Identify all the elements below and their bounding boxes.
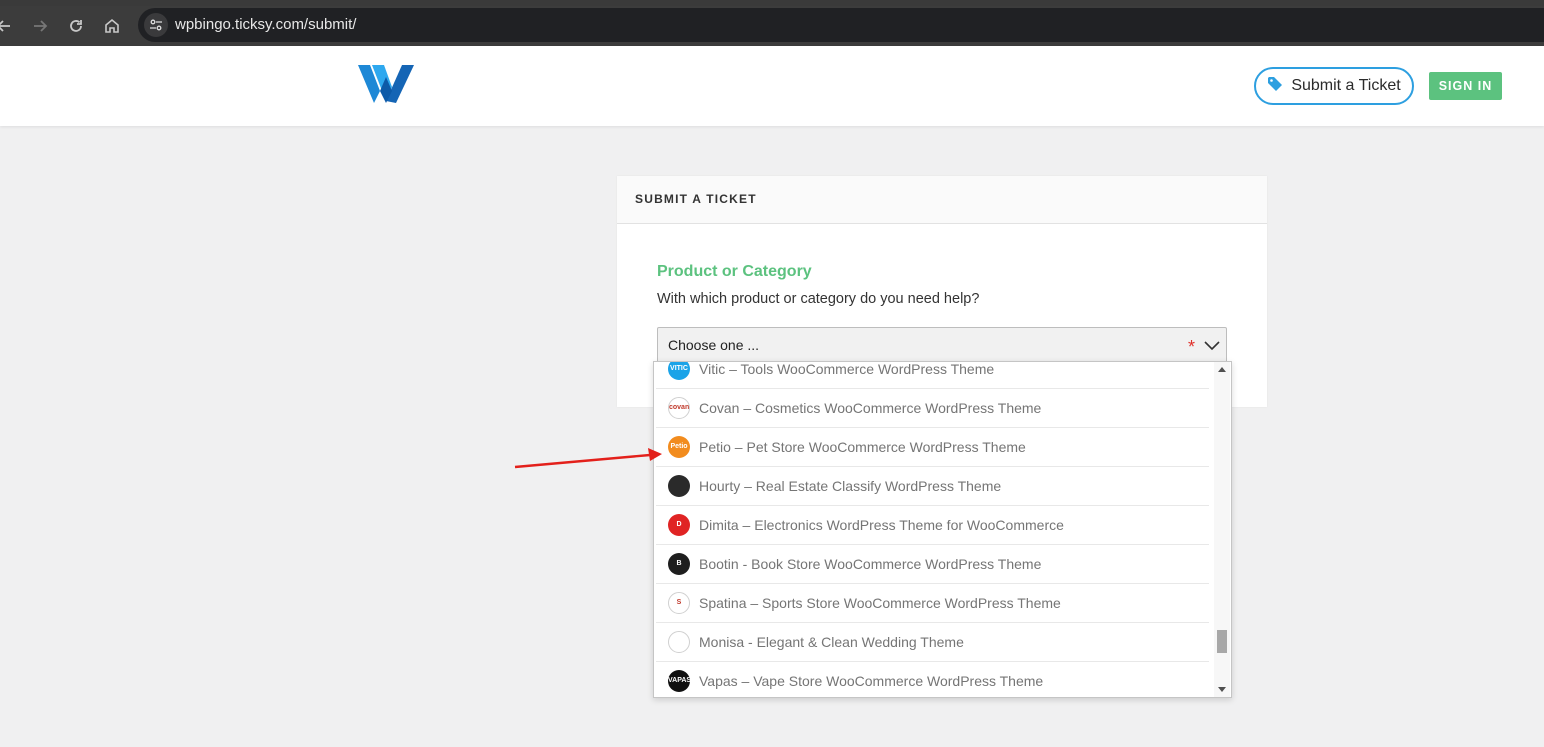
dropdown-item-label: Monisa - Elegant & Clean Wedding Theme [699,634,964,650]
hourty-logo-icon [668,475,690,497]
dropdown-item[interactable]: VITIC Vitic – Tools WooCommerce WordPress… [656,361,1209,389]
field-help-text: With which product or category do you ne… [657,291,980,307]
url-text: wpbingo.ticksy.com/submit/ [175,16,357,33]
site-info-icon[interactable] [144,13,168,37]
forward-icon[interactable] [30,16,50,36]
dropdown-items: VITIC Vitic – Tools WooCommerce WordPress… [654,361,1211,697]
site-header: Submit a Ticket SIGN IN [0,46,1544,126]
sign-in-button[interactable]: SIGN IN [1429,72,1502,100]
submit-ticket-button[interactable]: Submit a Ticket [1254,67,1414,105]
wpbingo-logo-icon[interactable] [358,65,414,103]
address-bar[interactable]: wpbingo.ticksy.com/submit/ [138,8,1544,42]
dropdown-item-label: Vitic – Tools WooCommerce WordPress Them… [699,361,995,377]
dropdown-item[interactable]: B Bootin - Book Store WooCommerce WordPre… [656,545,1209,584]
vitic-logo-icon: VITIC [668,362,690,380]
dimita-logo-icon: D [668,514,690,536]
vapas-logo-icon: VAPAS [668,670,690,692]
dropdown-item-label: Petio – Pet Store WooCommerce WordPress … [699,439,1026,455]
red-arrow-annotation [510,444,665,479]
dropdown-item-label: Spatina – Sports Store WooCommerce WordP… [699,595,1061,611]
dropdown-item[interactable]: Hourty – Real Estate Classify WordPress … [656,467,1209,506]
back-icon[interactable] [0,16,14,36]
dropdown-item-label: Hourty – Real Estate Classify WordPress … [699,478,1002,494]
dropdown-item-label: Vapas – Vape Store WooCommerce WordPress… [699,673,1044,689]
submit-ticket-label: Submit a Ticket [1291,77,1401,94]
petio-logo-icon: Petio [668,436,690,458]
dropdown-scrollbar[interactable] [1214,362,1230,697]
dropdown-item[interactable]: covan Covan – Cosmetics WooCommerce WordP… [656,389,1209,428]
spatina-logo-icon: S [668,592,690,614]
required-icon: * [1188,337,1196,357]
tag-icon [1267,76,1283,97]
reload-icon[interactable] [66,16,86,36]
dropdown-item-label: Covan – Cosmetics WooCommerce WordPress … [699,400,1042,416]
dropdown-item[interactable]: VAPAS Vapas – Vape Store WooCommerce Word… [656,662,1209,697]
browser-toolbar: wpbingo.ticksy.com/submit/ [0,6,1544,46]
monisa-logo-icon [668,631,690,653]
home-icon[interactable] [102,16,122,36]
dropdown-item[interactable]: S Spatina – Sports Store WooCommerce Word… [656,584,1209,623]
card-title: SUBMIT A TICKET [617,176,1267,224]
covan-logo-icon: covan [668,397,690,419]
field-title: Product or Category [657,263,812,280]
bootin-logo-icon: B [668,553,690,575]
dropdown-item[interactable]: Monisa - Elegant & Clean Wedding Theme [656,623,1209,662]
select-value: Choose one ... [668,337,760,353]
chevron-down-icon[interactable] [1204,337,1220,358]
dropdown-item[interactable]: Petio Petio – Pet Store WooCommerce WordP… [656,428,1209,467]
dropdown-item[interactable]: D Dimita – Electronics WordPress Theme fo… [656,506,1209,545]
scroll-up-icon[interactable] [1218,367,1226,372]
dropdown-item-label: Bootin - Book Store WooCommerce WordPres… [699,556,1042,572]
scroll-thumb[interactable] [1217,630,1227,653]
product-category-select[interactable]: Choose one ... * [657,327,1227,363]
dropdown-item-label: Dimita – Electronics WordPress Theme for… [699,517,1064,533]
product-dropdown-list[interactable]: VITIC Vitic – Tools WooCommerce WordPress… [653,361,1232,698]
scroll-down-icon[interactable] [1218,687,1226,692]
